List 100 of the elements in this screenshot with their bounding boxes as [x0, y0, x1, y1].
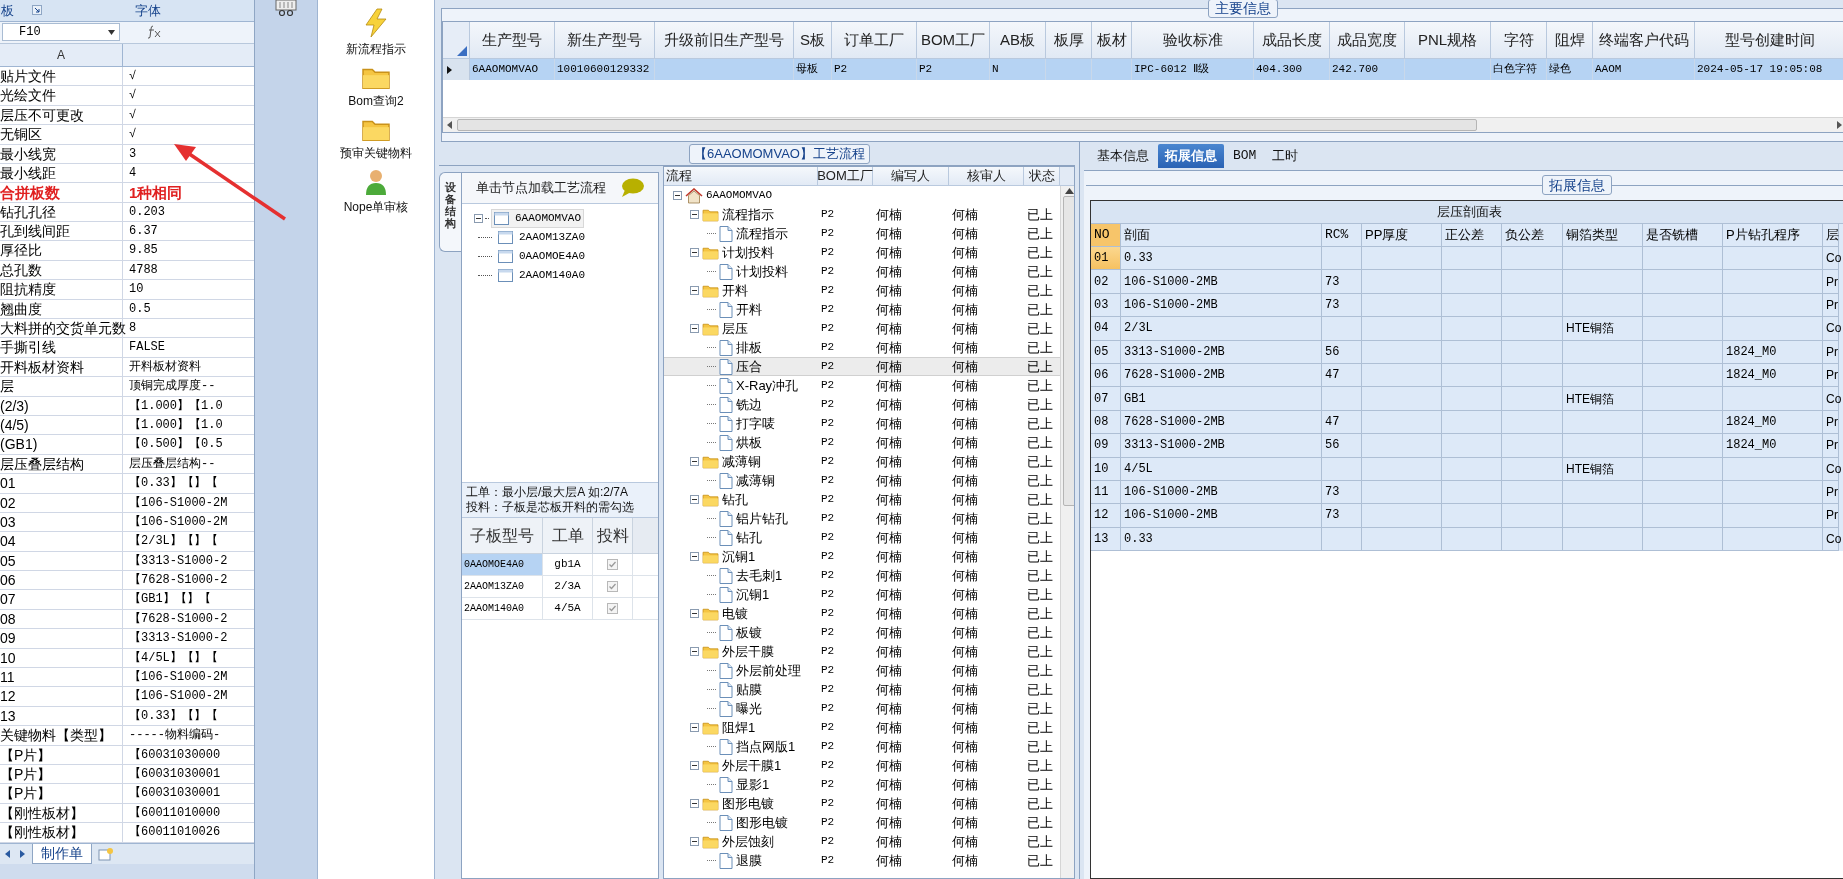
collapse-icon[interactable]	[690, 495, 699, 504]
folder-icon	[702, 283, 719, 298]
checkbox[interactable]	[607, 559, 618, 570]
collapse-icon[interactable]	[474, 214, 483, 223]
table-cell[interactable]: 06	[1091, 363, 1121, 388]
board-node[interactable]: 6AAOMOMVAO	[491, 209, 584, 228]
calculator-icon[interactable]	[273, 0, 299, 16]
collapse-icon[interactable]	[690, 609, 699, 618]
column-header[interactable]: 生产型号	[470, 22, 555, 59]
bom-factory: P2	[821, 416, 835, 432]
column-header[interactable]: 成品长度	[1254, 22, 1330, 59]
collapse-icon[interactable]	[690, 457, 699, 466]
page-icon	[719, 738, 733, 755]
table-cell: Pr	[1823, 480, 1839, 505]
launcher-button[interactable]: 新流程指示	[346, 8, 406, 58]
function-icon[interactable]	[146, 25, 162, 40]
table-cell[interactable]: 10	[1091, 457, 1121, 481]
column-header[interactable]: 铜箔类型	[1563, 224, 1643, 247]
row-header[interactable]	[443, 59, 470, 80]
table-cell[interactable]: 11	[1091, 480, 1121, 505]
bom-factory: P2	[821, 663, 835, 679]
scroll-up-icon[interactable]	[1064, 188, 1074, 194]
vertical-scrollbar[interactable]	[1060, 186, 1074, 878]
collapse-icon[interactable]	[690, 647, 699, 656]
column-header[interactable]: 投料	[593, 518, 633, 554]
column-header[interactable]: 层	[1823, 224, 1839, 247]
sheet-nav-icon[interactable]	[4, 848, 26, 859]
table-cell[interactable]: 2AAOM13ZA0	[462, 576, 543, 597]
horizontal-scrollbar[interactable]	[443, 117, 1843, 132]
tab[interactable]: 基本信息	[1090, 144, 1156, 168]
column-header[interactable]: 状态	[1024, 167, 1060, 186]
board-node[interactable]: 0AAOMOE4A0	[496, 248, 587, 265]
table-cell[interactable]: 04	[1091, 317, 1121, 341]
column-header[interactable]: 是否铣槽	[1643, 224, 1723, 247]
column-header[interactable]: P片钻孔程序	[1723, 224, 1823, 247]
column-header[interactable]: 成品宽度	[1330, 22, 1405, 59]
column-header[interactable]: 流程	[664, 167, 818, 186]
reviewer-name: 何楠	[952, 224, 978, 243]
column-header[interactable]: 剖面	[1121, 224, 1322, 247]
collapse-icon[interactable]	[690, 324, 699, 333]
table-cell[interactable]: 07	[1091, 387, 1121, 411]
column-header[interactable]: 板厚	[1046, 22, 1092, 59]
collapse-icon[interactable]	[690, 210, 699, 219]
column-header[interactable]: 订单工厂	[832, 22, 917, 59]
tab[interactable]: 工时	[1265, 144, 1306, 168]
column-header[interactable]: RC%	[1322, 224, 1362, 247]
table-cell[interactable]: 01	[1091, 247, 1121, 271]
collapse-icon[interactable]	[690, 837, 699, 846]
table-cell[interactable]: 08	[1091, 410, 1121, 435]
table-cell[interactable]: 0AAOMOE4A0	[462, 554, 543, 575]
tab[interactable]: BOM	[1226, 144, 1264, 168]
scrollbar-thumb[interactable]	[457, 119, 1477, 131]
column-header[interactable]: 型号创建时间	[1695, 22, 1843, 59]
table-cell[interactable]: 02	[1091, 270, 1121, 294]
table-cell[interactable]: 2AAOM140A0	[462, 598, 543, 619]
table-cell[interactable]: 13	[1091, 527, 1121, 552]
column-header[interactable]: 负公差	[1502, 224, 1563, 247]
column-header[interactable]: BOM工厂	[917, 22, 990, 59]
column-header[interactable]: 新生产型号	[555, 22, 655, 59]
scrollbar-thumb[interactable]	[1062, 196, 1074, 506]
column-header[interactable]: 板材	[1092, 22, 1132, 59]
column-header[interactable]: 核审人	[949, 167, 1024, 186]
column-header[interactable]: 终端客户代码	[1593, 22, 1695, 59]
column-header[interactable]: NO	[1091, 224, 1121, 247]
launcher-button[interactable]: Nope单审核	[343, 168, 409, 216]
column-header[interactable]: AB板	[990, 22, 1046, 59]
tree-row[interactable]: 压合 P2 何楠 何楠 已上	[664, 357, 1060, 376]
column-header[interactable]: 验收标准	[1132, 22, 1254, 59]
column-header[interactable]: PNL规格	[1405, 22, 1491, 59]
table-cell[interactable]: 12	[1091, 504, 1121, 528]
column-header[interactable]: 升级前旧生产型号	[655, 22, 794, 59]
collapse-icon[interactable]	[690, 723, 699, 732]
column-header[interactable]: S板	[794, 22, 832, 59]
column-header[interactable]: 工单	[543, 518, 593, 554]
column-header[interactable]: 子板型号	[462, 518, 543, 554]
collapse-icon[interactable]	[673, 191, 682, 200]
table-row[interactable]: 6AAOMOMVAO 10010600129332 母板 P2 P2 N IPC-6012 Ⅱ级 404.300 242.700 白色字符 绿色 AAOM 2024-05-17 19:05:08	[443, 59, 1843, 80]
collapse-icon[interactable]	[690, 552, 699, 561]
collapse-icon[interactable]	[690, 799, 699, 808]
column-header[interactable]: 阻焊	[1547, 22, 1593, 59]
checkbox[interactable]	[607, 603, 618, 614]
dialog-launcher-icon[interactable]	[32, 5, 42, 16]
collapse-icon[interactable]	[690, 248, 699, 257]
table-cell[interactable]: 05	[1091, 340, 1121, 364]
checkbox[interactable]	[607, 581, 618, 592]
column-header[interactable]: BOM工厂	[818, 167, 873, 186]
table-cell[interactable]: 09	[1091, 434, 1121, 458]
sheet-tab[interactable]: 制作单	[32, 843, 92, 864]
column-header[interactable]: 字符	[1491, 22, 1547, 59]
board-node[interactable]: 2AAOM140A0	[496, 267, 587, 284]
side-tab[interactable]: 设备结构	[439, 172, 461, 252]
column-header[interactable]: 正公差	[1442, 224, 1502, 247]
collapse-icon[interactable]	[690, 761, 699, 770]
name-box[interactable]: F10	[2, 23, 120, 42]
board-node[interactable]: 2AAOM13ZA0	[496, 229, 587, 246]
collapse-icon[interactable]	[690, 286, 699, 295]
table-cell[interactable]: 03	[1091, 293, 1121, 318]
column-header[interactable]: PP厚度	[1362, 224, 1442, 247]
column-header[interactable]: 编写人	[873, 167, 949, 186]
tab[interactable]: 拓展信息	[1158, 144, 1224, 168]
